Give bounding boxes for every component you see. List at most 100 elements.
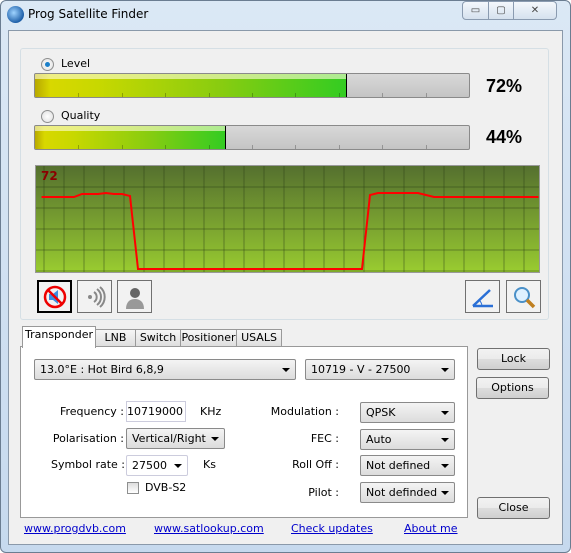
signal-point	[121, 193, 123, 195]
close-window-button[interactable]: ✕	[513, 1, 557, 20]
signal-point	[73, 196, 75, 198]
chevron-down-icon	[441, 368, 449, 372]
signal-point	[265, 268, 267, 270]
signal-point	[185, 268, 187, 270]
satellite-select[interactable]: 13.0°E : Hot Bird 6,8,9	[34, 359, 296, 380]
signal-point	[457, 196, 459, 198]
symbol-rate-label: Symbol rate :	[50, 458, 125, 471]
rolloff-value: Not defined	[366, 459, 431, 472]
signal-point	[401, 192, 403, 194]
signal-point	[497, 196, 499, 198]
tab-transponder[interactable]: Transponder	[22, 326, 96, 348]
signal-point	[217, 268, 219, 270]
signal-point	[481, 196, 483, 198]
sound-icon	[87, 285, 106, 308]
signal-point	[49, 196, 51, 198]
signal-point	[449, 196, 451, 198]
fec-label: FEC :	[310, 432, 339, 445]
search-icon	[513, 286, 535, 308]
chevron-down-icon	[211, 437, 219, 441]
signal-point	[297, 268, 299, 270]
pilot-select[interactable]: Not definded	[360, 482, 455, 503]
modulation-select[interactable]: QPSK	[360, 402, 455, 423]
transponder-select[interactable]: 10719 - V - 27500	[305, 359, 455, 380]
bar-tick	[338, 145, 340, 149]
signal-point	[281, 268, 283, 270]
dvbs2-label: DVB-S2	[145, 481, 187, 494]
link-satlookup[interactable]: www.satlookup.com	[154, 522, 264, 535]
tab-usals[interactable]: USALS	[236, 329, 282, 347]
window-title: Prog Satellite Finder	[28, 7, 149, 21]
signal-point	[113, 193, 115, 195]
transponder-value: 10719 - V - 27500	[311, 363, 411, 376]
signal-graph-svg	[36, 166, 539, 272]
bar-tick	[121, 145, 123, 149]
options-button[interactable]: Options	[476, 377, 549, 399]
signal-point	[129, 195, 131, 197]
polarisation-select[interactable]: Vertical/Right	[126, 428, 225, 449]
signal-point	[233, 268, 235, 270]
signal-point	[153, 268, 155, 270]
signal-point	[177, 268, 179, 270]
bar-tick	[252, 93, 253, 97]
sound-button[interactable]	[77, 280, 112, 313]
link-about-me[interactable]: About me	[404, 522, 458, 535]
quality-label: Quality	[61, 109, 101, 122]
signal-point	[105, 192, 107, 194]
tab-positioner[interactable]: Positioner	[180, 329, 237, 347]
close-button[interactable]: Close	[477, 497, 550, 519]
signal-point	[377, 192, 379, 194]
signal-point	[89, 193, 91, 195]
minimize-button[interactable]: ▭	[462, 1, 489, 20]
rolloff-select[interactable]: Not defined	[360, 455, 455, 476]
bar-tick	[208, 145, 210, 149]
frequency-input[interactable]: 10719000	[126, 401, 186, 422]
app-globe-icon	[7, 6, 24, 23]
symbol-rate-select[interactable]: 27500	[126, 455, 188, 476]
dvbs2-checkbox[interactable]	[127, 482, 139, 494]
quality-radio[interactable]	[41, 110, 54, 123]
bar-tick	[425, 145, 427, 149]
level-radio[interactable]	[41, 58, 54, 71]
chevron-down-icon	[441, 438, 449, 442]
signal-point	[249, 268, 251, 270]
user-button[interactable]	[117, 280, 152, 313]
user-icon	[125, 287, 144, 309]
mute-button[interactable]	[37, 280, 72, 313]
signal-point	[65, 196, 67, 198]
signal-point	[425, 194, 427, 196]
signal-point	[441, 196, 443, 198]
quality-bar	[34, 125, 470, 150]
signal-point	[193, 268, 195, 270]
level-bar	[34, 73, 470, 98]
signal-point	[41, 196, 43, 198]
tab-switch[interactable]: Switch	[135, 329, 181, 347]
chevron-down-icon	[174, 464, 182, 468]
quality-percent: 44%	[486, 127, 523, 147]
search-button[interactable]	[506, 280, 541, 313]
signal-point	[345, 268, 347, 270]
signal-point	[409, 192, 411, 194]
signal-point	[473, 196, 475, 198]
fec-select[interactable]: Auto	[360, 429, 455, 450]
signal-point	[329, 268, 331, 270]
signal-point	[353, 268, 355, 270]
tab-lnb[interactable]: LNB	[95, 329, 136, 347]
polarisation-value: Vertical/Right	[132, 432, 206, 445]
signal-point	[465, 196, 467, 198]
link-check-updates[interactable]: Check updates	[291, 522, 373, 535]
signal-point	[361, 268, 363, 270]
signal-point	[305, 268, 307, 270]
symbol-rate-value: 27500	[132, 459, 167, 472]
bar-tick	[382, 145, 384, 149]
angle-button[interactable]	[465, 280, 500, 313]
signal-point	[257, 268, 259, 270]
signal-point	[537, 196, 539, 198]
link-progdvb[interactable]: www.progdvb.com	[24, 522, 126, 535]
maximize-button[interactable]: ▢	[488, 1, 514, 20]
lock-button[interactable]: Lock	[477, 348, 550, 370]
signal-point	[273, 268, 275, 270]
signal-point	[209, 268, 211, 270]
signal-point	[201, 268, 203, 270]
signal-point	[489, 196, 491, 198]
